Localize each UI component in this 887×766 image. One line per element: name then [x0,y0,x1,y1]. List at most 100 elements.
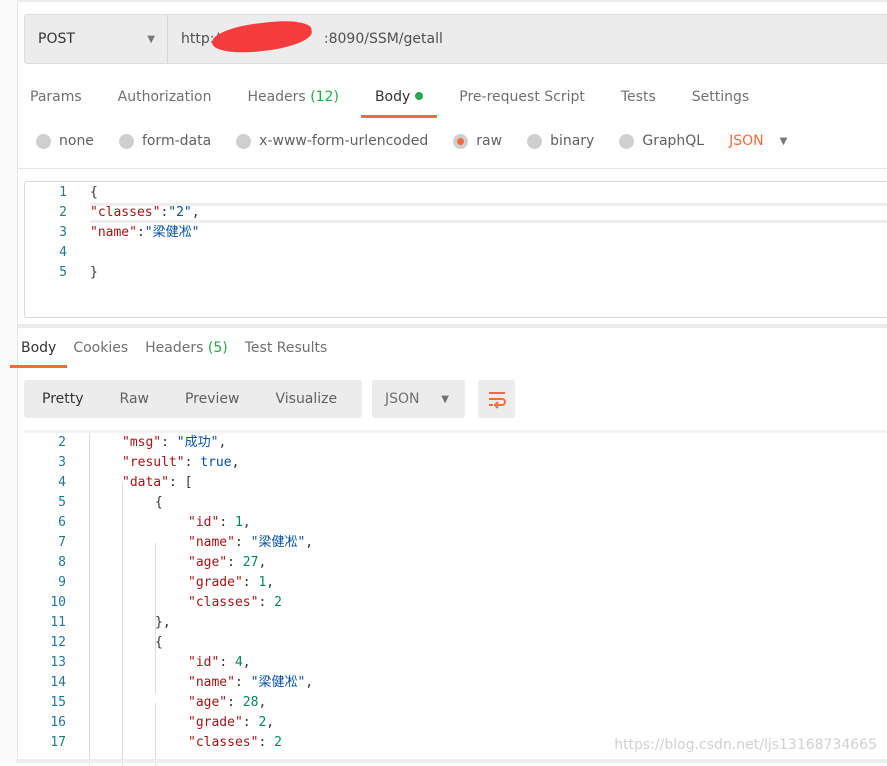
line-number: 3 [58,455,66,470]
view-mode-group: Pretty Raw Preview Visualize [24,380,362,418]
format-label: JSON [385,391,420,407]
token: { [90,185,98,200]
token: "age" [188,555,228,570]
method-select[interactable]: POST ▼ [25,15,168,63]
token: "id" [188,655,220,670]
line-number: 9 [58,575,66,590]
token: "classes" [188,735,259,750]
code-line: "classes": 2 [188,593,282,613]
redaction-scribble [210,17,314,57]
view-mode-preview[interactable]: Preview [167,391,258,407]
radio-binary[interactable]: binary [527,133,594,149]
code-line: "msg": "成功", [122,433,226,453]
code-line: "age": 27, [188,553,266,573]
line-number: 16 [50,715,66,730]
token: , [242,515,251,530]
token: , [258,555,267,570]
indent-guide [89,433,90,766]
token: 27 [242,555,259,570]
token: 2 [274,735,282,750]
line-number: 5 [59,265,67,280]
wrap-lines-button[interactable] [478,380,515,418]
response-tab-test-results[interactable]: Test Results [245,338,328,368]
code-line: "name": "梁健凇", [188,673,313,693]
radio-GraphQL[interactable]: GraphQL [619,133,704,149]
tab-label: Headers [145,340,204,356]
pane-divider[interactable] [18,324,887,328]
radio-label: form-data [141,133,212,149]
view-mode-pretty[interactable]: Pretty [24,391,102,407]
radio-raw[interactable]: raw [453,133,502,149]
url-input[interactable]: http://:8090/SSM/getall [168,17,443,57]
token: { [155,495,163,510]
tab-tests[interactable]: Tests [621,86,656,118]
line-number: 6 [58,515,66,530]
top-border [18,0,887,2]
request-bar: POST ▼ http://:8090/SSM/getall [24,14,887,64]
line-number: 5 [58,495,66,510]
radio-x-www-form-urlencoded[interactable]: x-www-form-urlencoded [236,133,428,149]
code-line: }, [155,613,171,633]
token: "grade" [188,575,243,590]
current-line-highlight [90,203,887,223]
tab-settings[interactable]: Settings [692,86,749,118]
tab-label: Test Results [244,340,328,356]
token: : [136,225,145,240]
response-tab-body[interactable]: Body [9,338,68,368]
token: : [184,455,201,470]
token: "msg" [122,435,162,450]
line-number: 11 [50,615,66,630]
tab-label: Body [374,89,411,105]
radio-none[interactable]: none [36,133,94,149]
tab-headers[interactable]: Headers (12) [247,86,338,118]
token: : [161,435,177,450]
response-tab-headers[interactable]: Headers (5) [145,338,228,368]
radio-label: none [59,133,94,149]
tab-label: Authorization [117,89,212,105]
line-number: 10 [50,595,66,610]
code-line: { [155,633,163,653]
divider [18,168,887,169]
token: "梁健凇" [144,225,200,240]
token: , [242,655,251,670]
tab-authorization[interactable]: Authorization [118,86,212,118]
token: }, [155,615,171,630]
token: : [242,575,259,590]
token: "classes" [90,205,161,220]
line-number: 1 [59,185,67,200]
token: "grade" [188,715,243,730]
body-language-select[interactable]: JSON [729,133,764,149]
token: 28 [242,695,259,710]
chevron-down-icon: ▼ [147,33,155,45]
radio-circle-icon [36,133,51,149]
response-tab-cookies[interactable]: Cookies [73,338,128,368]
token: , [266,575,275,590]
token: "梁健凇" [250,675,306,690]
token: { [155,635,163,650]
radio-label: raw [476,133,503,149]
tab-pre-request-script[interactable]: Pre-request Script [459,86,585,118]
response-body-viewer[interactable]: 2 "msg": "成功", 3 "result": true, 4 "data": [5… [24,430,887,766]
radio-form-data[interactable]: form-data [118,133,212,149]
token: "name" [188,535,235,550]
token: "classes" [188,595,259,610]
token: , [231,455,240,470]
view-mode-visualize[interactable]: Visualize [257,391,355,407]
line-number: 12 [50,635,66,650]
url-suffix: :8090/SSM/getall [323,31,443,47]
view-mode-raw[interactable]: Raw [102,391,167,407]
code-line: } [90,263,98,283]
chevron-down-icon[interactable]: ▼ [780,136,788,147]
tab-body[interactable]: Body [360,86,438,118]
status-dot-icon [415,92,424,100]
request-body-editor[interactable]: 1{2 "classes":"2", 3 "name":"梁健凇" 4 5} [24,181,887,318]
tab-params[interactable]: Params [30,86,82,118]
token: , [266,715,275,730]
line-number: 2 [58,435,66,450]
response-format-select[interactable]: JSON ▼ [372,380,465,418]
token: : [219,655,235,670]
token: 2 [274,595,282,610]
indent-guide [155,703,156,766]
token: : [219,515,235,530]
token: "name" [188,675,235,690]
